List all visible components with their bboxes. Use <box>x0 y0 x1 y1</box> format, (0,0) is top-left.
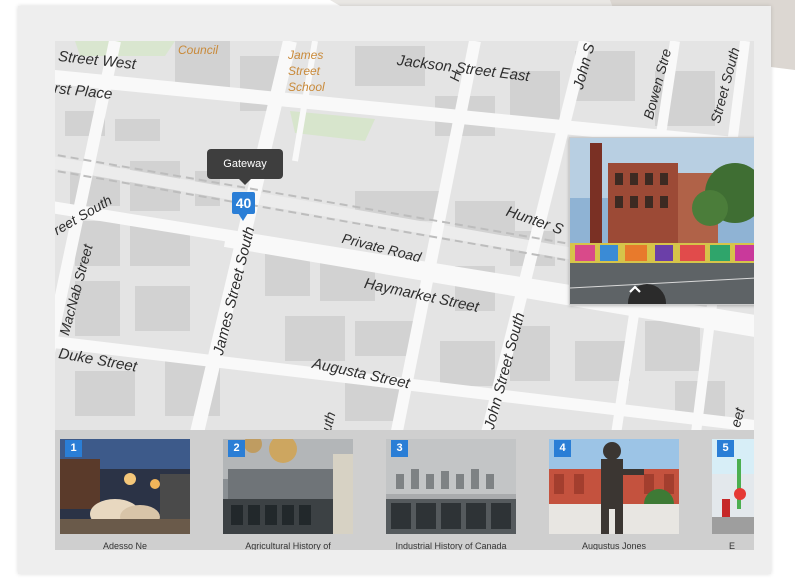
carousel-caption-4: Augustus Jones <box>581 541 647 550</box>
photo-popup[interactable] <box>569 137 754 305</box>
carousel-caption-2: Agricultural History of <box>245 541 331 550</box>
carousel-item-number: 3 <box>391 440 408 457</box>
label-james-street-school-3: School <box>288 80 325 94</box>
carousel-item-5[interactable]: 5 <box>712 439 754 534</box>
carousel-item-3[interactable]: 3 <box>386 439 516 534</box>
label-james-street-school-1: James <box>288 48 324 62</box>
carousel-item-2[interactable]: 2 <box>223 439 353 534</box>
label-james-street-school-2: Street <box>288 64 321 78</box>
label-uth: uth <box>318 409 339 430</box>
map-marker[interactable]: 40 <box>232 192 255 221</box>
map-tooltip: Gateway <box>207 149 283 185</box>
carousel-item-number: 2 <box>228 440 245 457</box>
carousel-caption-3: Industrial History of Canada <box>395 541 507 550</box>
map-view[interactable]: Council James Street School Street West … <box>55 41 754 430</box>
carousel-item-number: 1 <box>65 440 82 457</box>
popup-photo <box>570 138 754 304</box>
carousel-caption-1: Adesso Ne <box>102 541 148 550</box>
carousel-item-4[interactable]: 4 <box>549 439 679 534</box>
carousel-item-number: 4 <box>554 440 571 457</box>
label-council: Council <box>178 43 219 57</box>
carousel-item-1[interactable]: 1 <box>60 439 190 534</box>
carousel-item-number: 5 <box>717 440 734 457</box>
story-carousel: 1 Adesso Ne 2 Agricultural History of 3 … <box>55 430 754 550</box>
carousel-caption-5: E <box>728 541 735 550</box>
